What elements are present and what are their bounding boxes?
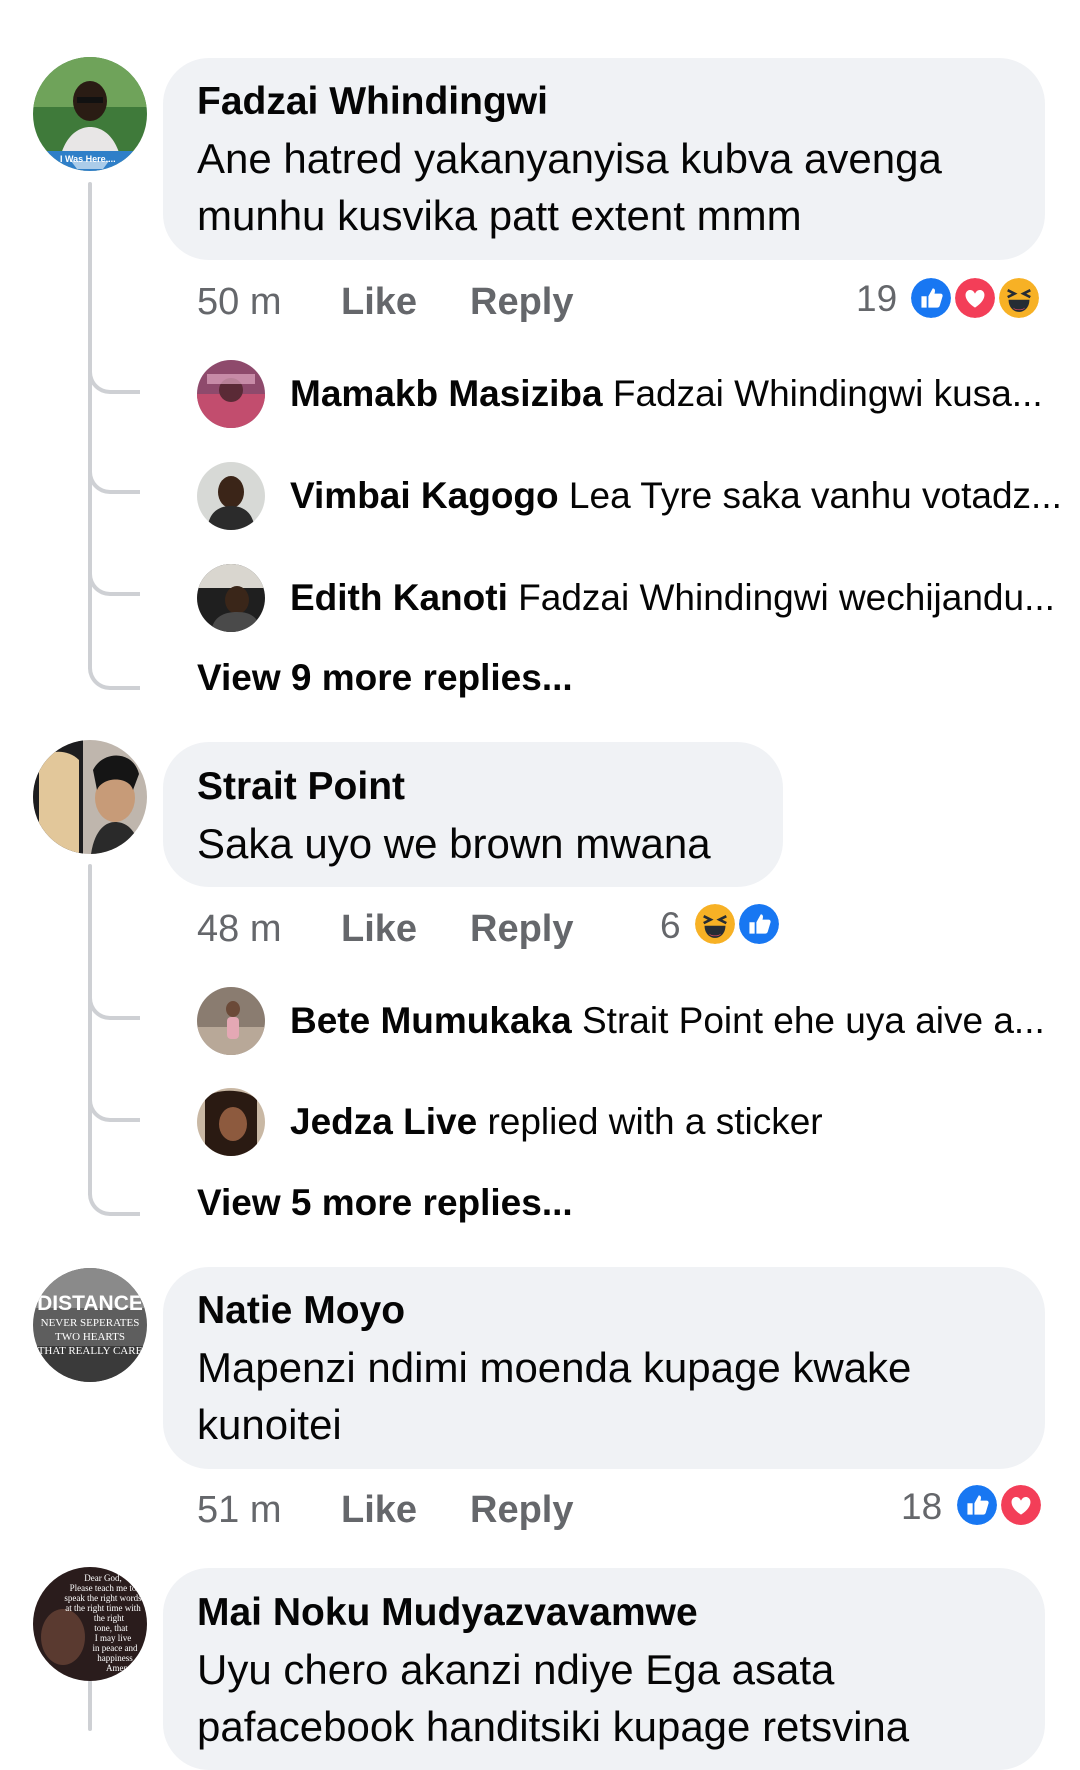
comment-time[interactable]: 51 m — [197, 1488, 281, 1532]
thread-line — [88, 864, 92, 1196]
thread-line — [88, 182, 92, 670]
avatar-text: Amen — [106, 1663, 128, 1673]
avatar-text: tone, that — [94, 1623, 128, 1633]
avatar-text: NEVER SEPERATES — [41, 1317, 140, 1329]
avatar-text: happiness — [97, 1653, 133, 1663]
reply-author[interactable]: Bete Mumukaka — [290, 1000, 572, 1041]
avatar[interactable]: Dear God, Please teach me to speak the r… — [33, 1567, 147, 1681]
thread-elbow — [88, 366, 140, 394]
comment-author[interactable]: Strait Point — [197, 764, 405, 810]
reply-author[interactable]: Vimbai Kagogo — [290, 475, 559, 516]
like-icon — [736, 901, 782, 947]
thread-elbow — [88, 1188, 140, 1216]
haha-icon — [692, 901, 738, 947]
thread-elbow — [88, 466, 140, 494]
comment-text: Ane hatred yakanyanyisa kubva avenga — [197, 135, 942, 182]
reply-text: Lea Tyre saka vanhu votadz... — [568, 475, 1062, 516]
avatar[interactable] — [197, 564, 265, 632]
reply-button[interactable]: Reply — [470, 907, 573, 951]
avatar[interactable] — [197, 462, 265, 530]
avatar-text: Dear God, — [84, 1573, 122, 1583]
like-button[interactable]: Like — [341, 280, 417, 324]
view-more-replies[interactable]: View 9 more replies... — [197, 656, 573, 700]
reaction-count[interactable]: 19 — [856, 277, 897, 321]
love-icon — [998, 1482, 1044, 1528]
reaction-count[interactable]: 6 — [660, 904, 681, 948]
avatar-text: TWO HEARTS — [55, 1331, 125, 1343]
reaction-icons[interactable] — [692, 901, 792, 947]
avatar[interactable] — [197, 987, 265, 1055]
reply-item[interactable]: Edith Kanoti Fadzai Whindingwi wechijand… — [290, 576, 1055, 620]
reply-button[interactable]: Reply — [470, 1488, 573, 1532]
avatar-text: DISTANCE — [37, 1292, 143, 1315]
avatar[interactable] — [197, 1088, 265, 1156]
reply-item[interactable]: Mamakb Masiziba Fadzai Whindingwi kusa..… — [290, 372, 1043, 416]
thread-elbow — [88, 1094, 140, 1122]
reaction-icons[interactable] — [954, 1482, 1048, 1528]
avatar[interactable]: DISTANCE NEVER SEPERATES TWO HEARTS THAT… — [33, 1268, 147, 1382]
avatar[interactable] — [33, 740, 147, 854]
avatar-text: the right — [94, 1613, 125, 1623]
comment-author[interactable]: Fadzai Whindingwi — [197, 79, 548, 125]
comment-text: kunoitei — [197, 1401, 342, 1448]
view-more-replies[interactable]: View 5 more replies... — [197, 1181, 573, 1225]
comment-text: Uyu chero akanzi ndiye Ega asata — [197, 1646, 835, 1693]
reply-text: Fadzai Whindingwi wechijandu... — [518, 577, 1055, 618]
comment-author[interactable]: Natie Moyo — [197, 1288, 405, 1334]
thread-elbow — [88, 662, 140, 690]
comment-text: Saka uyo we brown mwana — [197, 820, 711, 867]
reply-text: Fadzai Whindingwi kusa... — [612, 373, 1043, 414]
reply-text: replied with a sticker — [487, 1101, 823, 1142]
comment-time[interactable]: 48 m — [197, 907, 281, 951]
like-button[interactable]: Like — [341, 907, 417, 951]
reply-button[interactable]: Reply — [470, 280, 573, 324]
avatar-text: speak the right words — [64, 1593, 142, 1603]
reply-item[interactable]: Vimbai Kagogo Lea Tyre saka vanhu votadz… — [290, 474, 1062, 518]
reply-item[interactable]: Bete Mumukaka Strait Point ehe uya aive … — [290, 999, 1045, 1043]
reply-item[interactable]: Jedza Live replied with a sticker — [290, 1100, 823, 1144]
avatar-text: THAT REALLY CARE — [38, 1345, 143, 1357]
reaction-count[interactable]: 18 — [901, 1485, 942, 1529]
reply-author[interactable]: Jedza Live — [290, 1101, 477, 1142]
comment-author[interactable]: Mai Noku Mudyazvavamwe — [197, 1590, 698, 1636]
comment-time[interactable]: 50 m — [197, 280, 281, 324]
avatar-text: Please teach me to — [70, 1583, 137, 1593]
avatar[interactable] — [197, 360, 265, 428]
like-button[interactable]: Like — [341, 1488, 417, 1532]
thread-line — [88, 1680, 92, 1731]
reaction-icons[interactable] — [908, 275, 1048, 321]
comment-text: munhu kusvika patt extent mmm — [197, 192, 802, 239]
avatar-caption: I Was Here.... — [60, 154, 116, 164]
haha-icon — [996, 275, 1042, 321]
thread-elbow — [88, 992, 140, 1020]
thread-elbow — [88, 568, 140, 596]
love-icon — [952, 275, 998, 321]
like-icon — [954, 1482, 1000, 1528]
avatar-text: in peace and — [93, 1643, 138, 1653]
avatar-text: at the right time with — [65, 1603, 141, 1613]
avatar-text: I may live — [95, 1633, 132, 1643]
reply-author[interactable]: Mamakb Masiziba — [290, 373, 603, 414]
reply-author[interactable]: Edith Kanoti — [290, 577, 508, 618]
like-icon — [908, 275, 954, 321]
comment-text: Mapenzi ndimi moenda kupage kwake — [197, 1344, 912, 1391]
comment-text: pafacebook handitsiki kupage retsvina — [197, 1703, 910, 1750]
reply-text: Strait Point ehe uya aive a... — [582, 1000, 1045, 1041]
